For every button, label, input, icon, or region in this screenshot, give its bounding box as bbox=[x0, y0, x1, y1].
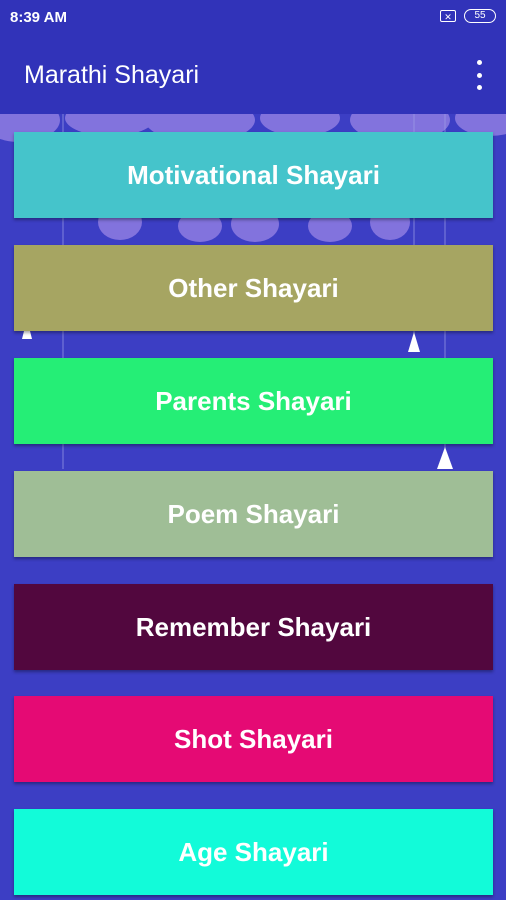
status-icons: ✕ 55 bbox=[440, 9, 496, 23]
more-vert-icon[interactable] bbox=[470, 60, 488, 90]
battery-icon: 55 bbox=[464, 9, 496, 23]
status-bar: 8:39 AM ✕ 55 bbox=[0, 0, 506, 34]
category-motivational-shayari[interactable]: Motivational Shayari bbox=[14, 132, 493, 218]
no-sim-icon: ✕ bbox=[440, 10, 456, 22]
category-label: Motivational Shayari bbox=[127, 159, 380, 190]
status-time: 8:39 AM bbox=[10, 9, 67, 26]
app-bar: Marathi Shayari bbox=[0, 34, 506, 114]
category-label: Other Shayari bbox=[168, 272, 339, 303]
category-label: Age Shayari bbox=[178, 836, 329, 867]
category-age-shayari[interactable]: Age Shayari bbox=[14, 809, 493, 895]
category-shot-shayari[interactable]: Shot Shayari bbox=[14, 696, 493, 782]
category-other-shayari[interactable]: Other Shayari bbox=[14, 245, 493, 331]
category-label: Parents Shayari bbox=[155, 385, 352, 416]
category-poem-shayari[interactable]: Poem Shayari bbox=[14, 471, 493, 557]
category-label: Poem Shayari bbox=[167, 498, 340, 529]
category-remember-shayari[interactable]: Remember Shayari bbox=[14, 584, 493, 670]
category-label: Remember Shayari bbox=[135, 611, 372, 642]
category-label: Shot Shayari bbox=[174, 723, 333, 754]
app-title: Marathi Shayari bbox=[24, 61, 200, 89]
category-parents-shayari[interactable]: Parents Shayari bbox=[14, 358, 493, 444]
